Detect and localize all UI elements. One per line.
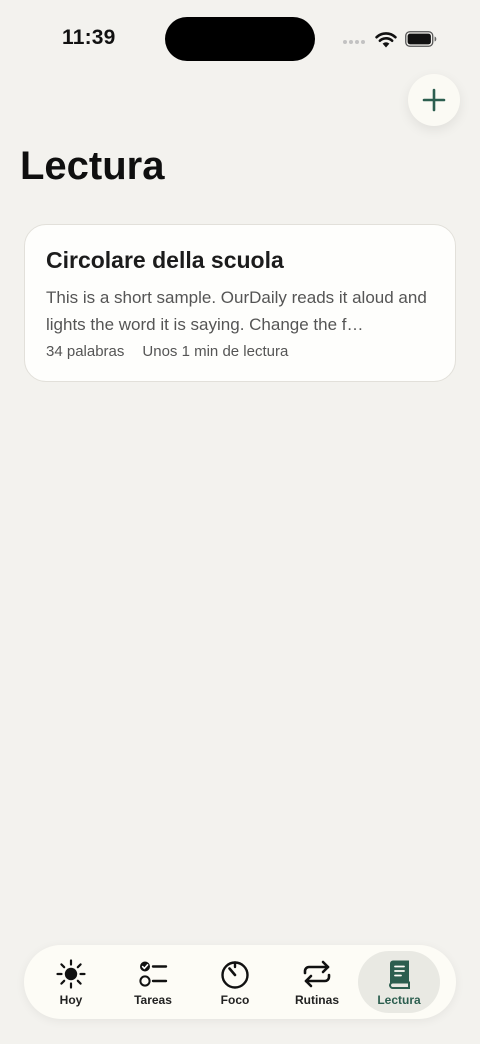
- tab-label: Foco: [220, 992, 250, 1007]
- repeat-icon: [303, 960, 331, 987]
- battery-icon: [405, 31, 437, 47]
- tab-label: Rutinas: [294, 992, 339, 1007]
- tab-foco[interactable]: Foco: [194, 951, 276, 1013]
- read-time: Unos 1 min de lectura: [142, 343, 289, 360]
- tab-label: Lectura: [377, 992, 421, 1007]
- reading-screen: 11:39 Lectura Circolare della scuola Thi…: [0, 0, 480, 1044]
- plus-icon: [422, 88, 446, 112]
- tab-tareas[interactable]: Tareas: [112, 951, 194, 1013]
- tab-label: Hoy: [59, 992, 83, 1007]
- status-time: 11:39: [62, 26, 116, 49]
- page-title: Lectura: [20, 144, 165, 188]
- checklist-icon: [139, 961, 168, 987]
- tab-bar: Hoy Tareas Foco Rutinas Lectura: [24, 945, 456, 1019]
- reading-title: Circolare della scuola: [46, 247, 284, 273]
- tab-rutinas[interactable]: Rutinas: [276, 951, 358, 1013]
- timer-icon: [221, 960, 249, 989]
- dynamic-island: [165, 17, 315, 61]
- status-indicators: [343, 28, 437, 50]
- sun-icon: [56, 958, 86, 989]
- cellular-signal-icon: [343, 40, 365, 44]
- book-icon: [388, 960, 410, 989]
- add-reading-button[interactable]: [408, 74, 460, 126]
- reading-meta: 34 palabras Unos 1 min de lectura: [46, 343, 434, 360]
- tab-label: Tareas: [134, 992, 172, 1007]
- tab-lectura[interactable]: Lectura: [358, 951, 440, 1013]
- reading-excerpt: This is a short sample. OurDaily reads i…: [46, 288, 427, 334]
- reading-card[interactable]: Circolare della scuola This is a short s…: [24, 224, 456, 382]
- word-count: 34 palabras: [46, 343, 125, 360]
- wifi-icon: [375, 32, 397, 48]
- tab-hoy[interactable]: Hoy: [30, 951, 112, 1013]
